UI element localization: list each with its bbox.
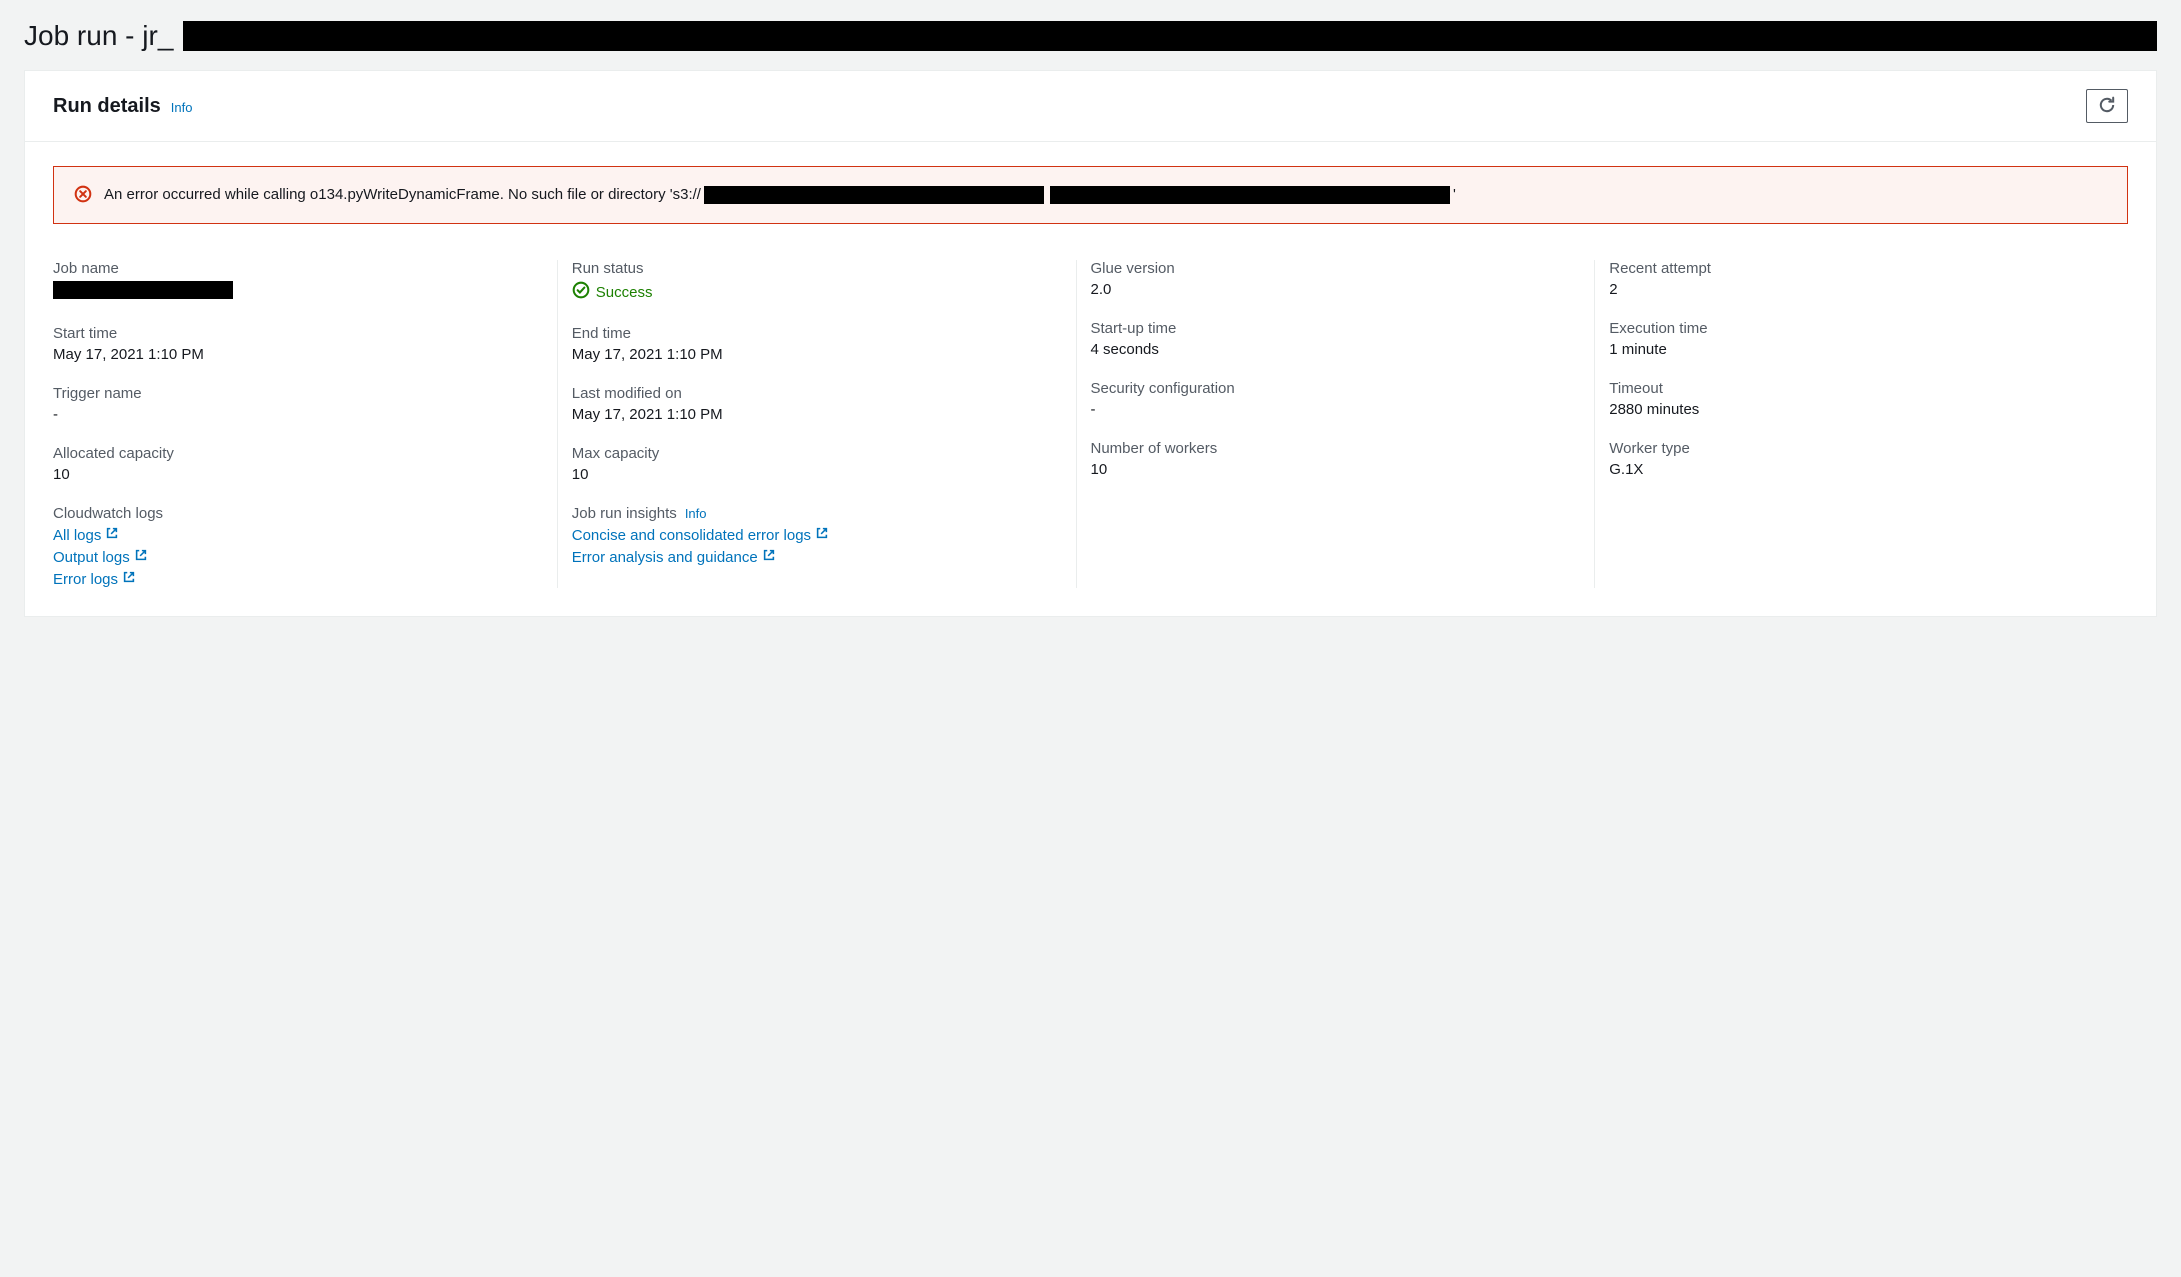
error-text-before: An error occurred while calling o134.pyW… <box>104 183 701 207</box>
output-logs-link[interactable]: Output logs <box>53 548 544 566</box>
glue-version-label: Glue version <box>1091 260 1582 277</box>
cloudwatch-logs-label: Cloudwatch logs <box>53 505 544 522</box>
redacted-job-run-id <box>183 21 2157 51</box>
job-name-value <box>53 281 544 303</box>
details-col-3: Glue version 2.0 Start-up time 4 seconds… <box>1091 260 1610 588</box>
error-logs-link[interactable]: Error logs <box>53 570 544 588</box>
start-time-label: Start time <box>53 325 544 342</box>
details-col-1: Job name Start time May 17, 2021 1:10 PM… <box>53 260 572 588</box>
run-status-label: Run status <box>572 260 1063 277</box>
details-col-4: Recent attempt 2 Execution time 1 minute… <box>1609 260 2128 588</box>
trigger-name-value: - <box>53 406 544 423</box>
insights-info-link[interactable]: Info <box>685 506 707 521</box>
job-run-insights-label: Job run insights Info <box>572 505 1063 522</box>
refresh-icon <box>2098 96 2116 117</box>
startup-time-label: Start-up time <box>1091 320 1582 337</box>
end-time-label: End time <box>572 325 1063 342</box>
timeout-label: Timeout <box>1609 380 2100 397</box>
security-config-value: - <box>1091 401 1582 418</box>
panel-title: Run details <box>53 95 161 118</box>
external-link-icon <box>815 526 829 544</box>
recent-attempt-label: Recent attempt <box>1609 260 2100 277</box>
error-analysis-link[interactable]: Error analysis and guidance <box>572 548 1063 566</box>
page-title-text: Job run - jr_ <box>24 20 173 52</box>
redacted-s3-path-2 <box>1050 186 1450 204</box>
refresh-button[interactable] <box>2086 89 2128 123</box>
execution-time-label: Execution time <box>1609 320 2100 337</box>
external-link-icon <box>762 548 776 566</box>
recent-attempt-value: 2 <box>1609 281 2100 298</box>
start-time-value: May 17, 2021 1:10 PM <box>53 346 544 363</box>
info-link[interactable]: Info <box>171 100 193 115</box>
allocated-capacity-label: Allocated capacity <box>53 445 544 462</box>
error-text-after: ' <box>1453 183 1456 207</box>
worker-type-value: G.1X <box>1609 461 2100 478</box>
external-link-icon <box>105 526 119 544</box>
num-workers-label: Number of workers <box>1091 440 1582 457</box>
glue-version-value: 2.0 <box>1091 281 1582 298</box>
all-logs-link[interactable]: All logs <box>53 526 544 544</box>
error-analysis-text: Error analysis and guidance <box>572 549 758 566</box>
execution-time-value: 1 minute <box>1609 341 2100 358</box>
run-status-success: Success <box>572 281 653 303</box>
last-modified-value: May 17, 2021 1:10 PM <box>572 406 1063 423</box>
concise-logs-text: Concise and consolidated error logs <box>572 527 811 544</box>
run-status-text: Success <box>596 284 653 301</box>
security-config-label: Security configuration <box>1091 380 1582 397</box>
external-link-icon <box>122 570 136 588</box>
end-time-value: May 17, 2021 1:10 PM <box>572 346 1063 363</box>
page-title: Job run - jr_ <box>0 0 2181 70</box>
details-col-2: Run status Success <box>572 260 1091 588</box>
error-alert-text: An error occurred while calling o134.pyW… <box>104 183 1456 207</box>
output-logs-text: Output logs <box>53 549 130 566</box>
job-name-label: Job name <box>53 260 544 277</box>
num-workers-value: 10 <box>1091 461 1582 478</box>
max-capacity-value: 10 <box>572 466 1063 483</box>
run-details-panel: Run details Info <box>24 70 2157 617</box>
success-icon <box>572 281 590 303</box>
redacted-job-name <box>53 281 233 299</box>
external-link-icon <box>134 548 148 566</box>
panel-header: Run details Info <box>25 71 2156 142</box>
trigger-name-label: Trigger name <box>53 385 544 402</box>
worker-type-label: Worker type <box>1609 440 2100 457</box>
error-logs-text: Error logs <box>53 571 118 588</box>
all-logs-text: All logs <box>53 527 101 544</box>
allocated-capacity-value: 10 <box>53 466 544 483</box>
error-alert: An error occurred while calling o134.pyW… <box>53 166 2128 224</box>
max-capacity-label: Max capacity <box>572 445 1063 462</box>
redacted-s3-path-1 <box>704 186 1044 204</box>
last-modified-label: Last modified on <box>572 385 1063 402</box>
error-icon <box>74 185 92 206</box>
startup-time-value: 4 seconds <box>1091 341 1582 358</box>
concise-error-logs-link[interactable]: Concise and consolidated error logs <box>572 526 1063 544</box>
timeout-value: 2880 minutes <box>1609 401 2100 418</box>
